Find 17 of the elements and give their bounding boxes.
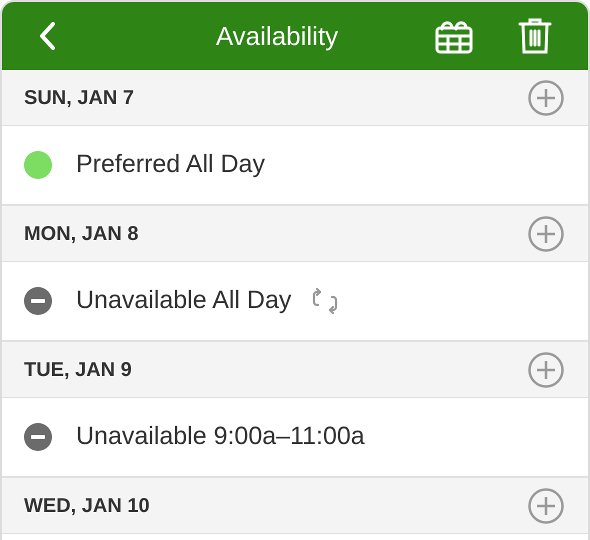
add-icon[interactable] bbox=[528, 488, 564, 524]
trash-icon[interactable] bbox=[518, 17, 552, 55]
day-label: MON, JAN 8 bbox=[24, 222, 138, 246]
status-dot-icon bbox=[24, 151, 52, 179]
day-label: TUE, JAN 9 bbox=[24, 358, 132, 382]
repeat-icon bbox=[311, 288, 340, 314]
add-icon[interactable] bbox=[528, 216, 564, 252]
availability-text: Unavailable 9:00a–11:00a bbox=[76, 421, 365, 452]
add-icon[interactable] bbox=[528, 80, 564, 116]
page-title: Availability bbox=[216, 20, 338, 52]
minus-circle-icon bbox=[24, 287, 52, 315]
minus-circle-icon bbox=[24, 423, 52, 451]
availability-text: Unavailable All Day bbox=[76, 285, 292, 316]
day-label: SUN, JAN 7 bbox=[24, 86, 134, 110]
availability-text: Preferred All Day bbox=[76, 149, 265, 180]
day-label: WED, JAN 10 bbox=[24, 494, 150, 518]
add-icon[interactable] bbox=[528, 352, 564, 388]
